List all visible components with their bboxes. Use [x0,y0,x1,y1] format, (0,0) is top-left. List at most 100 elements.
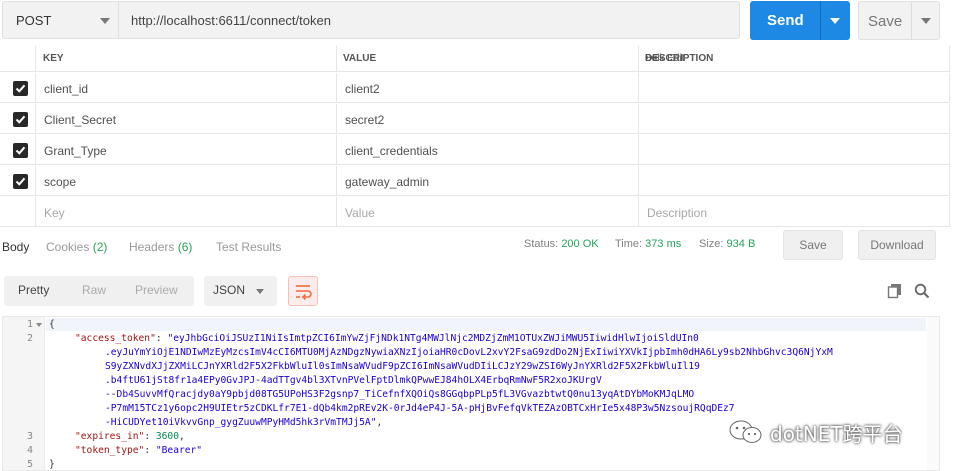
save-response-button[interactable]: Save [783,230,843,260]
json-string: "eyJhbGciOiJSUzI1NiIsImtpZCI6ImYwZjFjNDk… [167,333,699,344]
value-text: client_credentials [345,144,438,158]
description-cell[interactable] [639,166,950,195]
tab-test-results[interactable]: Test Results [216,240,281,254]
json-string: "Bearer" [155,445,203,456]
mode-preview[interactable]: Preview [135,283,178,297]
status-readout: Status: 200 OK [524,238,599,250]
value-cell[interactable]: client2 [337,73,639,102]
code-line: { [49,319,55,330]
tab-headers[interactable]: Headers (6) [129,240,192,254]
row-checkbox[interactable] [13,174,28,189]
send-button[interactable]: Send [750,1,850,40]
download-button[interactable]: Download [858,230,936,260]
row-checkbox[interactable] [13,143,28,158]
description-cell[interactable] [639,73,950,102]
size-value: 934 B [726,238,756,250]
fold-icon[interactable] [36,323,42,327]
code-line-wrap: S9yZXNvdXJjZXMiLCJnYXRld2F5X2FkbWluIl0sI… [105,361,700,372]
row-checkbox[interactable] [13,112,28,127]
view-toolbar: Pretty Raw Preview JSON [0,272,954,310]
save-dropdown-icon[interactable] [921,18,931,24]
description-cell[interactable] [639,104,950,133]
table-row: Client_Secret secret2 [0,104,950,134]
table-row: scope gateway_admin [0,166,950,196]
send-divider [820,1,821,40]
method-label: POST [16,13,52,28]
json-key: "access_token" [75,333,156,344]
value-cell[interactable]: secret2 [337,104,639,133]
key-cell[interactable]: Client_Secret [35,104,337,133]
chevron-down-icon [256,289,264,294]
value-text: client2 [345,82,380,96]
url-input[interactable]: http://localhost:6611/connect/token [119,1,740,39]
description-cell[interactable]: Description [639,197,950,226]
mode-raw[interactable]: Raw [82,283,106,297]
key-cell[interactable]: Grant_Type [35,135,337,164]
code-line-wrap: -HiCUDYet10iVkvvGnp_gygZuuwMPyHMd5hk3rVm… [105,417,383,428]
key-text: scope [44,175,77,189]
table-row-new: Key Value Description [0,197,950,227]
code-line-wrap: --Db4SuvvMfQracjdy0aY9pbjd08TG5UPoHS3F2g… [105,389,695,400]
check-icon [15,177,26,186]
code-line-wrap: .b4ftU61jSt8fr1a4EPy0GvJPJ-4adTTgv4bl3XT… [105,375,602,386]
key-cell[interactable]: client_id [35,73,337,102]
description-cell[interactable] [639,135,950,164]
time-value: 373 ms [645,238,682,250]
search-icon[interactable] [914,283,930,302]
response-body-editor[interactable]: 1 2 3 4 5 { "access_token": "eyJhbGciOiJ… [2,316,940,471]
value-cell[interactable]: Value [337,197,639,226]
value-cell[interactable]: gateway_admin [337,166,639,195]
table-row: Grant_Type client_credentials [0,135,950,165]
code-line: "token_type": "Bearer" [75,445,203,456]
size-readout: Size: 934 B [699,238,755,250]
save-button[interactable]: Save [858,1,940,40]
method-select[interactable]: POST [2,1,119,39]
watermark-text: dotNET跨平台 [770,422,903,446]
save-divider [911,2,912,39]
header-value: VALUE [337,46,639,71]
key-cell[interactable]: scope [35,166,337,195]
url-text: http://localhost:6611/connect/token [131,13,331,28]
key-text: Grant_Type [44,144,107,158]
tab-body[interactable]: Body [2,240,29,254]
code-line: } [49,459,55,470]
key-cell[interactable]: Key [35,197,337,226]
line-gutter: 1 2 3 4 5 [3,317,45,470]
value-placeholder: Value [345,206,375,220]
tab-cookies-label: Cookies [46,240,90,254]
send-dropdown-icon[interactable] [830,18,840,24]
check-icon [15,84,26,93]
table-row: client_id client2 [0,73,950,103]
check-icon [15,115,26,124]
status-label: Status: [524,238,559,250]
copy-icon[interactable] [887,283,903,302]
code-line: "expires_in": 3600, [75,431,185,442]
bulk-edit-link[interactable]: Bulk Edit [645,53,684,64]
value-cell[interactable]: client_credentials [337,135,639,164]
key-text: client_id [44,82,89,96]
wrap-lines-button[interactable] [288,276,318,306]
line-number: 2 [26,333,33,344]
check-icon [15,146,26,155]
json-number: 3600 [155,431,179,442]
wechat-icon [728,419,764,448]
row-checkbox[interactable] [13,81,28,96]
header-key: KEY [35,46,337,71]
header-check-cell [0,46,35,71]
header-description: DESCRIPTION ••• Bulk Edit [639,46,950,71]
tab-cookies[interactable]: Cookies (2) [46,240,107,254]
format-label: JSON [213,283,246,297]
line-number: 4 [26,445,33,456]
format-select[interactable]: JSON [204,276,277,306]
mode-pretty[interactable]: Pretty [18,283,49,297]
time-label: Time: [615,238,643,250]
key-text: Client_Secret [44,113,117,127]
time-readout: Time: 373 ms [615,238,681,250]
check-cell [0,104,35,133]
status-value: 200 OK [561,238,599,250]
tab-headers-count: (6) [177,240,193,254]
json-string-end: -HiCUDYet10iVkvvGnp_gygZuuwMPyHMd5hk3rVm… [105,417,377,428]
scrollbar[interactable] [927,317,939,470]
json-key: "expires_in" [75,431,145,442]
header-key-label: KEY [43,53,64,64]
